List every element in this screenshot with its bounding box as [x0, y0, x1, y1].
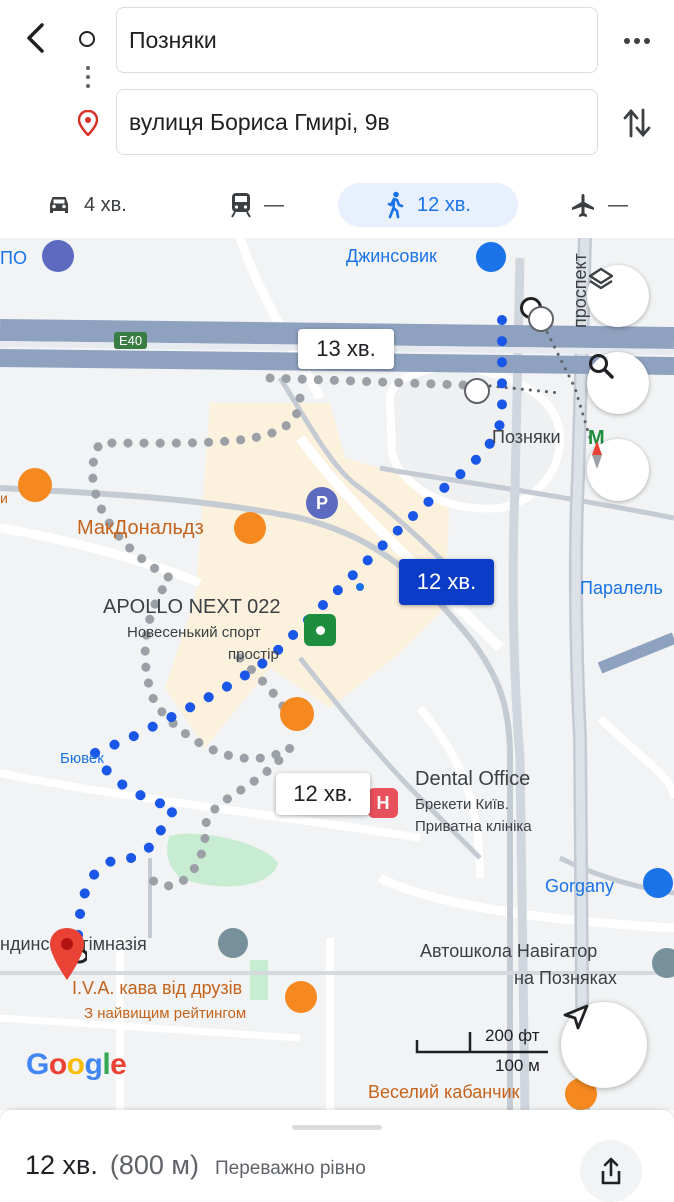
parking-icon: P: [306, 487, 338, 519]
label-bjuvek: Бювек: [60, 750, 104, 767]
mode-flight-time: —: [608, 193, 628, 216]
navigation-arrow-icon: [563, 1004, 589, 1030]
shopping-bag-icon-2: [643, 868, 673, 898]
label-dzhynsovyk: Джинсовик: [346, 246, 437, 266]
more-options-button[interactable]: [620, 24, 654, 58]
flight-icon: [572, 194, 594, 217]
mode-flight[interactable]: —: [570, 183, 640, 227]
my-location-dot: [356, 583, 364, 591]
label-iva: I.V.A. кава від друзів: [72, 978, 243, 998]
label-dental: Dental Office: [415, 768, 531, 790]
summary-time: 12 хв.: [25, 1150, 98, 1180]
sheet-drag-handle[interactable]: [292, 1125, 382, 1130]
car-icon: [50, 197, 68, 213]
scale-feet: 200 фт: [485, 1026, 540, 1045]
route-time-bottom[interactable]: 12 хв.: [276, 773, 370, 815]
compass-icon: [592, 441, 602, 469]
share-icon: [601, 1157, 621, 1185]
route-time-selected[interactable]: 12 хв.: [399, 559, 494, 605]
share-button[interactable]: [580, 1140, 642, 1202]
bus-stop-icon-2: [464, 378, 490, 404]
destination-pin-icon: [77, 109, 99, 141]
mcdonalds-restaurant-icon: [234, 512, 266, 544]
route-time-top[interactable]: 13 хв.: [298, 329, 394, 369]
label-paralel: Паралель: [580, 578, 663, 598]
gas-station-icon: [42, 240, 74, 272]
swap-icon: [623, 108, 651, 138]
label-highway-e40: E40: [114, 332, 148, 349]
label-apollo: APOLLO NEXT 022: [103, 596, 281, 618]
mode-driving-time: 4 хв.: [84, 193, 127, 216]
layers-button[interactable]: [587, 265, 649, 327]
route-summary: 12 хв. (800 м) Переважно рівно: [25, 1150, 366, 1181]
transit-icon: [231, 193, 251, 218]
label-apollo-sub1: Новесенький спорт: [127, 624, 261, 641]
back-button[interactable]: [18, 18, 52, 58]
mode-driving[interactable]: 4 хв.: [46, 183, 156, 227]
back-arrow-icon: [27, 23, 44, 53]
directions-header: Позняки вулиця Бориса Гмирі, 9в 4 хв. — …: [0, 0, 674, 238]
cafe-icon: [285, 981, 317, 1013]
label-autoschool-2: на Позняках: [514, 968, 617, 988]
school-icon: [218, 928, 248, 958]
search-icon: [589, 354, 614, 379]
scale-bar: 200 фт 100 м: [415, 1026, 550, 1075]
label-veselyi: Веселий кабанчик: [368, 1082, 520, 1102]
summary-terrain: Переважно рівно: [215, 1158, 366, 1179]
mode-walking-time: 12 хв.: [417, 193, 471, 216]
travel-mode-tabs: 4 хв. — 12 хв. —: [0, 180, 674, 230]
mode-transit[interactable]: —: [230, 183, 300, 227]
label-dental-sub2: Приватна клініка: [415, 818, 532, 835]
label-apollo-sub2: простір: [228, 646, 279, 663]
hospital-icon: H: [368, 788, 398, 818]
origin-field[interactable]: Позняки: [116, 7, 598, 73]
label-mcdonalds: МакДональдз: [77, 517, 204, 539]
label-dental-sub1: Брекети Київ.: [415, 796, 509, 813]
walk-icon: [387, 191, 404, 219]
mode-walking[interactable]: 12 хв.: [338, 183, 518, 227]
label-autoschool-1: Автошкола Навігатор: [420, 941, 598, 961]
compass-button[interactable]: [587, 439, 649, 501]
more-icon: [624, 38, 650, 44]
map-view[interactable]: P H M ПО Джинсовик E40 проспект Позняки …: [0, 238, 674, 1110]
destination-field[interactable]: вулиця Бориса Гмирі, 9в: [116, 89, 598, 155]
search-button[interactable]: [587, 352, 649, 414]
scale-meters: 100 м: [495, 1056, 540, 1075]
layers-icon: [588, 267, 614, 290]
swap-button[interactable]: [620, 104, 654, 142]
route-dots-icon: [86, 66, 90, 93]
sports-venue-icon: [304, 614, 336, 646]
mode-transit-time: —: [264, 193, 284, 216]
bus-stop-icon: [528, 306, 554, 332]
place-icon: [652, 948, 674, 978]
shopping-bag-icon: [476, 242, 506, 272]
label-po-partial: ПО: [0, 248, 27, 268]
restaurant-icon-2: [280, 697, 314, 731]
summary-distance: (800 м): [109, 1150, 199, 1180]
google-logo: Google: [26, 1048, 127, 1081]
route-summary-sheet[interactable]: 12 хв. (800 м) Переважно рівно: [0, 1110, 674, 1202]
label-pozniaky-station: Позняки: [492, 427, 561, 447]
green-strip: [250, 960, 268, 1000]
restaurant-icon: [18, 468, 52, 502]
label-gorgany: Gorgany: [545, 876, 615, 896]
start-navigation-button[interactable]: [561, 1002, 647, 1088]
label-iva-sub: З найвищим рейтингом: [84, 1005, 247, 1022]
label-left-edge: и: [0, 490, 8, 506]
origin-dot-icon: [79, 31, 95, 47]
